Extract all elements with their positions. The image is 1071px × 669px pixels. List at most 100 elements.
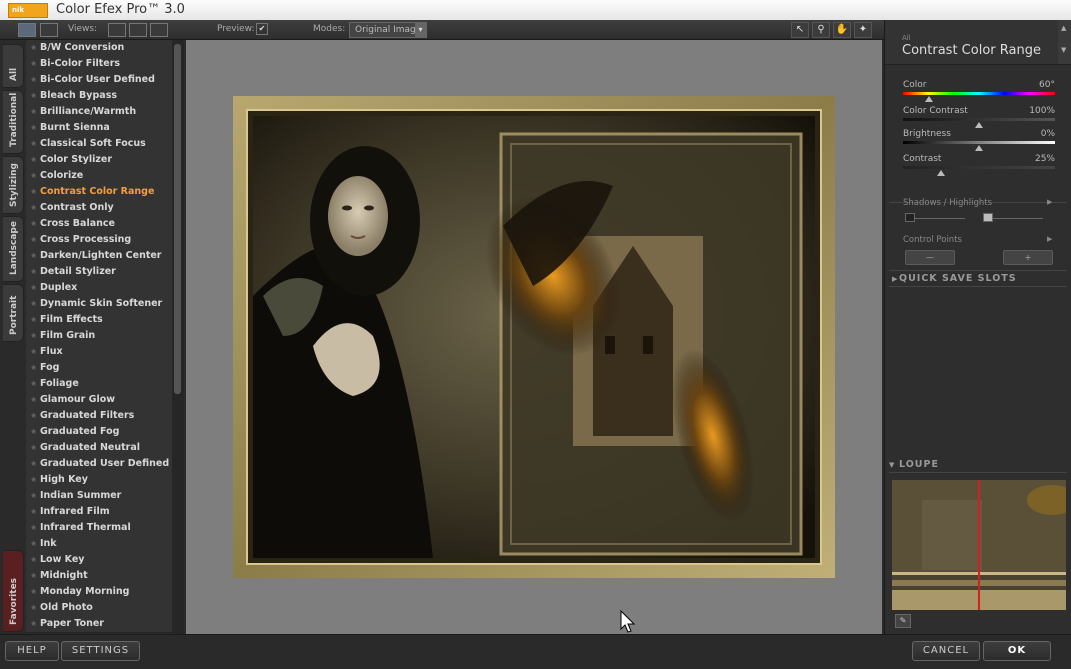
filter-item[interactable]: ★ Detail Stylizer bbox=[26, 264, 172, 281]
filter-item[interactable]: ★ Flux bbox=[26, 344, 172, 361]
filter-item[interactable]: ★ Bleach Bypass bbox=[26, 88, 172, 105]
filter-item[interactable]: ★ Graduated User Defined bbox=[26, 456, 172, 473]
star-icon[interactable]: ★ bbox=[30, 440, 37, 455]
slider-track[interactable] bbox=[903, 118, 1055, 121]
tab-landscape[interactable]: Landscape bbox=[3, 216, 24, 282]
filter-item[interactable]: ★ Classical Soft Focus bbox=[26, 136, 172, 153]
add-positive-control-point-button[interactable]: + bbox=[1003, 250, 1053, 265]
tab-stylizing[interactable]: Stylizing bbox=[3, 156, 24, 214]
filter-header-arrows[interactable]: ▲ ▼ bbox=[1058, 20, 1071, 64]
filter-item[interactable]: ★ Graduated Filters bbox=[26, 408, 172, 425]
slider-track[interactable] bbox=[903, 141, 1055, 144]
star-icon[interactable]: ★ bbox=[30, 104, 37, 119]
filter-item[interactable]: ★ Color Stylizer bbox=[26, 152, 172, 169]
filter-item[interactable]: ★ Duplex bbox=[26, 280, 172, 297]
filter-item[interactable]: ★ Film Effects bbox=[26, 312, 172, 329]
filter-item[interactable]: ★ Cross Processing bbox=[26, 232, 172, 249]
tab-favorites[interactable]: Favorites bbox=[3, 550, 24, 632]
star-icon[interactable]: ★ bbox=[30, 88, 37, 103]
filter-item[interactable]: ★ Film Grain bbox=[26, 328, 172, 345]
star-icon[interactable]: ★ bbox=[30, 312, 37, 327]
star-icon[interactable]: ★ bbox=[30, 568, 37, 583]
star-icon[interactable]: ★ bbox=[30, 152, 37, 167]
add-negative-control-point-button[interactable]: — bbox=[905, 250, 955, 265]
filter-item[interactable]: ★ Old Photo bbox=[26, 600, 172, 617]
star-icon[interactable]: ★ bbox=[30, 120, 37, 135]
layout-toggle-button[interactable] bbox=[40, 23, 58, 37]
expand-icon[interactable]: ▶ bbox=[1047, 235, 1052, 243]
filter-item[interactable]: ★ Bi-Color Filters bbox=[26, 56, 172, 73]
preview-area[interactable] bbox=[186, 40, 882, 634]
star-icon[interactable]: ★ bbox=[30, 200, 37, 215]
star-icon[interactable]: ★ bbox=[30, 616, 37, 631]
filter-item[interactable]: ★ Dynamic Skin Softener bbox=[26, 296, 172, 313]
tab-all[interactable]: All bbox=[3, 44, 24, 88]
cancel-button[interactable]: CANCEL bbox=[912, 641, 980, 661]
star-icon[interactable]: ★ bbox=[30, 600, 37, 615]
hand-icon[interactable]: ✋ bbox=[833, 22, 851, 38]
panel-toggle-button[interactable] bbox=[18, 23, 36, 37]
view-single-button[interactable] bbox=[108, 23, 126, 37]
control-points-label[interactable]: Control Points bbox=[903, 235, 962, 245]
filter-item[interactable]: ★ Midnight bbox=[26, 568, 172, 585]
loupe-header[interactable]: ▼ LOUPE bbox=[889, 458, 1067, 473]
settings-button[interactable]: SETTINGS bbox=[61, 641, 140, 661]
star-icon[interactable]: ★ bbox=[30, 216, 37, 231]
star-icon[interactable]: ★ bbox=[30, 552, 37, 567]
filter-item[interactable]: ★ Monday Morning bbox=[26, 584, 172, 601]
slider-handle[interactable] bbox=[924, 96, 933, 102]
star-icon[interactable]: ★ bbox=[30, 424, 37, 439]
star-icon[interactable]: ★ bbox=[30, 584, 37, 599]
slider-handle[interactable] bbox=[975, 122, 983, 128]
filter-item[interactable]: ★ Foliage bbox=[26, 376, 172, 393]
slider-track[interactable] bbox=[903, 166, 1055, 169]
star-icon[interactable]: ★ bbox=[30, 472, 37, 487]
filter-item[interactable]: ★ B/W Conversion bbox=[26, 40, 172, 57]
star-icon[interactable]: ★ bbox=[30, 296, 37, 311]
tab-traditional[interactable]: Traditional bbox=[3, 90, 24, 154]
help-button[interactable]: HELP bbox=[5, 641, 59, 661]
ok-button[interactable]: OK bbox=[983, 641, 1051, 661]
star-icon[interactable]: ★ bbox=[30, 344, 37, 359]
star-icon[interactable]: ★ bbox=[30, 56, 37, 71]
filter-item[interactable]: ★ Ink bbox=[26, 536, 172, 553]
filter-item[interactable]: ★ Brilliance/Warmth bbox=[26, 104, 172, 121]
tab-portrait[interactable]: Portrait bbox=[3, 284, 24, 342]
star-icon[interactable]: ★ bbox=[30, 136, 37, 151]
zoom-icon[interactable]: ⚲ bbox=[812, 22, 830, 38]
filter-item[interactable]: ★ Paper Toner bbox=[26, 616, 172, 633]
filter-item[interactable]: ★ Colorize bbox=[26, 168, 172, 185]
filter-item[interactable]: ★ Infrared Film bbox=[26, 504, 172, 521]
control-point-icon[interactable]: ✦ bbox=[854, 22, 872, 38]
filter-item[interactable]: ★ Contrast Only bbox=[26, 200, 172, 217]
star-icon[interactable]: ★ bbox=[30, 520, 37, 535]
filter-item[interactable]: ★ Indian Summer bbox=[26, 488, 172, 505]
filter-item[interactable]: ★ Fog bbox=[26, 360, 172, 377]
filter-item[interactable]: ★ Darken/Lighten Center bbox=[26, 248, 172, 265]
mode-select[interactable]: Original Image ▾ bbox=[349, 22, 427, 38]
slider-handle[interactable] bbox=[975, 145, 983, 151]
star-icon[interactable]: ★ bbox=[30, 184, 37, 199]
star-icon[interactable]: ★ bbox=[30, 264, 37, 279]
star-icon[interactable]: ★ bbox=[30, 40, 37, 55]
expand-icon[interactable]: ▶ bbox=[1047, 198, 1052, 206]
preview-checkbox[interactable]: ✔ bbox=[256, 23, 268, 35]
pin-icon[interactable]: ✎ bbox=[895, 614, 911, 628]
filter-list-scrollbar[interactable] bbox=[172, 40, 184, 634]
filter-item[interactable]: ★ Cross Balance bbox=[26, 216, 172, 233]
star-icon[interactable]: ★ bbox=[30, 488, 37, 503]
star-icon[interactable]: ★ bbox=[30, 360, 37, 375]
filter-item[interactable]: ★ Bi-Color User Defined bbox=[26, 72, 172, 89]
scrollbar-thumb[interactable] bbox=[174, 44, 181, 394]
view-side-by-side-button[interactable] bbox=[150, 23, 168, 37]
filter-item[interactable]: ★ High Key bbox=[26, 472, 172, 489]
pointer-icon[interactable]: ↖ bbox=[791, 22, 809, 38]
filter-item[interactable]: ★Infrared Thermal Camera bbox=[26, 520, 172, 548]
shadows-highlights-label[interactable]: Shadows / Highlights bbox=[903, 198, 992, 208]
filter-item[interactable]: ★ Contrast Color Range bbox=[26, 184, 172, 201]
slider-track[interactable] bbox=[903, 92, 1055, 95]
star-icon[interactable]: ★ bbox=[30, 72, 37, 87]
star-icon[interactable]: ★ bbox=[30, 168, 37, 183]
star-icon[interactable]: ★ bbox=[30, 376, 37, 391]
quick-save-slots-header[interactable]: ▶ QUICK SAVE SLOTS bbox=[889, 272, 1067, 287]
